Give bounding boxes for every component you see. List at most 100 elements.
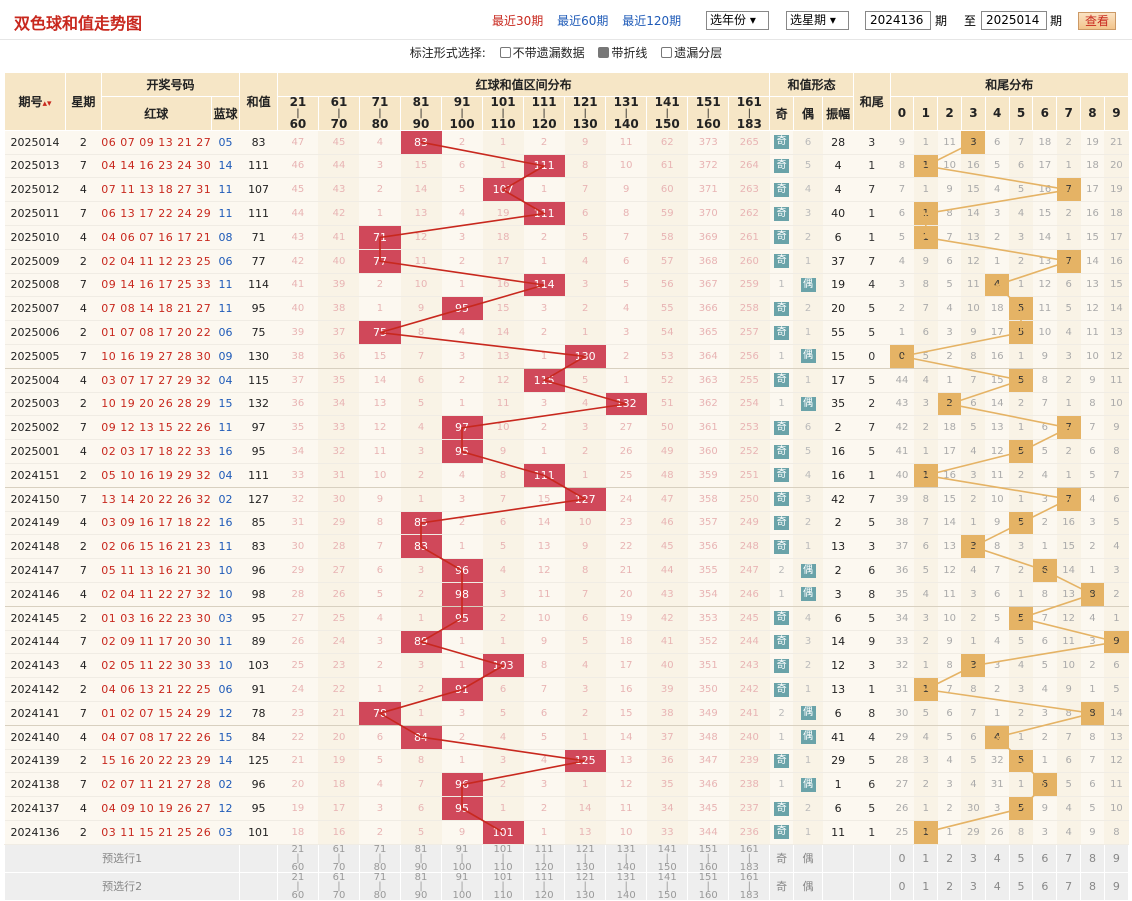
preselect-tail-digit[interactable]: 7	[1056, 871, 1082, 901]
range-high: 70	[330, 116, 348, 131]
preselect-tail[interactable]	[852, 871, 891, 901]
preselect-range-cell[interactable]: 21 | 60	[276, 871, 319, 901]
preselect-range-cell[interactable]: 131 | 140	[605, 871, 648, 901]
preselect-tail-digit[interactable]: 0	[889, 843, 915, 873]
preselect-range-cell[interactable]: 91 | 100	[441, 871, 484, 901]
preselect-amp[interactable]	[822, 843, 854, 873]
preselect-tail-digit[interactable]: 8	[1080, 871, 1105, 901]
preselect-range-cell[interactable]: 61 | 70	[317, 843, 360, 873]
preselect-range-cell[interactable]: 101 | 110	[482, 871, 525, 901]
miss-cell: 1	[605, 368, 647, 393]
preselect-tail-digit[interactable]: 5	[1008, 843, 1034, 873]
query-button[interactable]: 查看	[1078, 12, 1116, 30]
preselect-label[interactable]: 预选行2	[3, 871, 241, 901]
sum-cell: 97	[239, 415, 278, 441]
preselect-tail-digit[interactable]: 2	[937, 871, 962, 901]
preselect-even[interactable]: 偶	[792, 871, 824, 901]
preselect-tail-digit[interactable]: 9	[1103, 843, 1130, 873]
preselect-range-cell[interactable]: 81 | 90	[399, 871, 443, 901]
preselect-tail-digit[interactable]: 3	[960, 843, 986, 873]
preselect-range-cell[interactable]: 161 | 183	[728, 843, 771, 873]
miss-cell: 353	[687, 606, 729, 631]
preselect-range-cell[interactable]: 111 | 120	[523, 843, 566, 873]
year-select-label: 选年份	[710, 13, 747, 27]
tail-miss-cell: 11	[1104, 368, 1129, 393]
no-miss-label: 不带遗漏数据	[512, 46, 585, 60]
preselect-range-cell[interactable]: 61 | 70	[317, 871, 360, 901]
preselect-tail-digit[interactable]: 4	[984, 871, 1010, 901]
miss-cell: 368	[687, 249, 729, 274]
preselect-range-cell[interactable]: 151 | 160	[687, 843, 730, 873]
even-miss-cell: 1	[793, 820, 823, 845]
preselect-row[interactable]: 预选行1 21 | 60 61 | 70 71 | 80 81 | 90 91 | 100 101 | 110 111…	[3, 843, 1130, 873]
preselect-range-cell[interactable]: 101 | 110	[482, 843, 525, 873]
preselect-range-cell[interactable]: 91 | 100	[441, 843, 484, 873]
preselect-tail-digit[interactable]: 2	[937, 843, 962, 873]
sum-cell: 111	[239, 201, 278, 226]
preselect-amp[interactable]	[822, 871, 854, 901]
weekday-cell: 4	[65, 439, 102, 464]
miss-cell: 6	[605, 249, 647, 274]
range-high: 120	[531, 116, 557, 131]
preselect-range-cell[interactable]: 141 | 150	[646, 843, 689, 873]
preselect-tail-digit[interactable]: 1	[913, 871, 939, 901]
preselect-tail[interactable]	[852, 843, 891, 873]
preselect-odd[interactable]: 奇	[769, 871, 794, 901]
preselect-tail-digit[interactable]: 7	[1056, 843, 1082, 873]
preselect-tail-digit[interactable]: 5	[1008, 871, 1034, 901]
tail-cell: 1	[853, 463, 891, 488]
miss-cell: 9	[441, 820, 483, 845]
preselect-range-cell[interactable]: 131 | 140	[605, 843, 648, 873]
blue-ball-cell: 11	[211, 630, 240, 655]
issue-header[interactable]: 期号▴▾	[3, 72, 67, 131]
period-link-120[interactable]: 最近120期	[622, 14, 681, 28]
preselect-range-cell[interactable]: 121 | 130	[564, 843, 607, 873]
preselect-label[interactable]: 预选行1	[3, 843, 241, 873]
year-select[interactable]: 选年份 ▾	[706, 11, 769, 30]
table-row: 2024144 7 02 09 11 17 20 30 11 89 26 24 3 89 1 1 9 5…	[4, 630, 1129, 655]
preselect-sum[interactable]	[239, 843, 278, 873]
tail-miss-cell: 6	[961, 392, 986, 417]
to-issue-input[interactable]: 2025014	[981, 11, 1047, 30]
preselect-range-cell[interactable]: 121 | 130	[564, 871, 607, 901]
blue-ball-cell: 02	[211, 487, 240, 512]
preselect-tail-digit[interactable]: 4	[984, 843, 1010, 873]
preselect-tail-digit[interactable]: 8	[1080, 843, 1105, 873]
preselect-even[interactable]: 偶	[792, 843, 824, 873]
miss-cell: 4	[564, 249, 606, 274]
sum-cell: 96	[239, 772, 278, 798]
miss-cell: 3	[523, 296, 565, 322]
period-link-60[interactable]: 最近60期	[557, 14, 608, 28]
preselect-range-cell[interactable]: 111 | 120	[523, 871, 566, 901]
from-issue-input[interactable]: 2024136	[865, 11, 931, 30]
preselect-row[interactable]: 预选行2 21 | 60 61 | 70 71 | 80 81 | 90 91 | 100 101 | 110 111…	[3, 871, 1130, 901]
preselect-tail-digit[interactable]: 6	[1032, 871, 1058, 901]
sort-arrows-icon[interactable]: ▴▾	[43, 99, 52, 109]
layered-checkbox[interactable]	[661, 47, 673, 58]
weekday-select[interactable]: 选星期 ▾	[786, 11, 849, 30]
preselect-range-cell[interactable]: 151 | 160	[687, 871, 730, 901]
preselect-range-cell[interactable]: 71 | 80	[358, 871, 402, 901]
no-miss-checkbox[interactable]	[499, 47, 511, 58]
preselect-range-cell[interactable]: 141 | 150	[646, 871, 689, 901]
polyline-checkbox[interactable]	[598, 47, 610, 58]
preselect-range-cell[interactable]: 161 | 183	[728, 871, 771, 901]
preselect-sum[interactable]	[239, 871, 278, 901]
preselect-tail-digit[interactable]: 9	[1103, 871, 1130, 901]
preselect-tail-digit[interactable]: 0	[889, 871, 915, 901]
period-link-30[interactable]: 最近30期	[492, 14, 543, 28]
sum-cell: 78	[239, 701, 278, 726]
miss-cell: 372	[687, 154, 729, 179]
weekday-cell: 2	[65, 749, 102, 774]
even-miss-cell: 5	[793, 439, 823, 464]
preselect-range-cell[interactable]: 71 | 80	[358, 843, 402, 873]
preselect-range-cell[interactable]: 21 | 60	[276, 843, 319, 873]
miss-cell: 5	[564, 225, 606, 250]
preselect-tail-digit[interactable]: 3	[960, 871, 986, 901]
preselect-odd[interactable]: 奇	[769, 843, 794, 873]
red-balls-cell: 15 16 20 22 23 29	[101, 749, 212, 774]
preselect-tail-digit[interactable]: 1	[913, 843, 939, 873]
preselect-tail-digit[interactable]: 6	[1032, 843, 1058, 873]
preselect-range-cell[interactable]: 81 | 90	[399, 843, 443, 873]
tail-miss-cell: 2	[1032, 511, 1057, 536]
